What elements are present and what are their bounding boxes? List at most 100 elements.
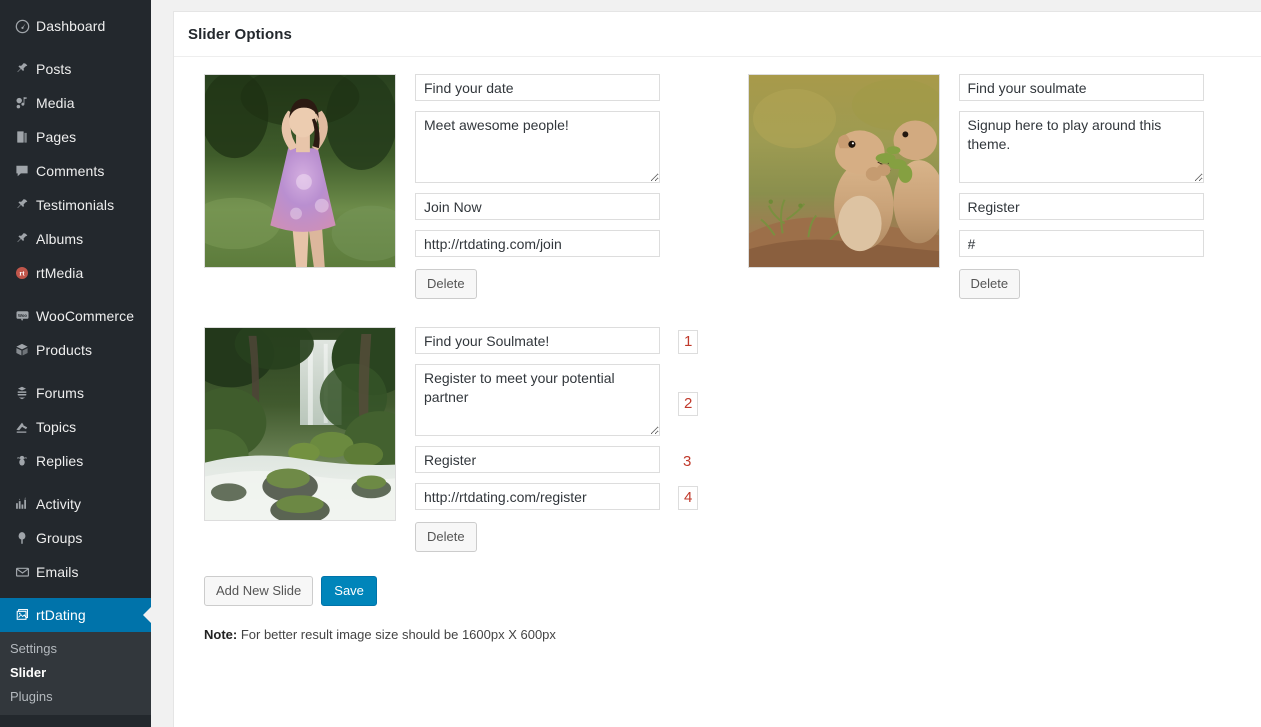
woocommerce-icon: Woo <box>8 308 36 324</box>
slide-image-prairie-dogs <box>748 75 939 267</box>
footer-actions: Add New Slide Save <box>204 576 1261 606</box>
note-label: Note: <box>204 627 238 642</box>
sidebar-submenu-rtdating: Settings Slider Plugins <box>0 632 151 715</box>
slide-title-input[interactable] <box>415 74 660 101</box>
sidebar-item-products[interactable]: Products <box>0 333 151 367</box>
svg-text:Woo: Woo <box>18 313 27 318</box>
rtdating-icon <box>8 607 36 623</box>
slide-button-label-row <box>415 193 660 230</box>
sidebar-item-label: Groups <box>36 530 83 546</box>
slide-title-input[interactable] <box>415 327 660 354</box>
note-body: For better result image size should be 1… <box>237 627 556 642</box>
slider-options-panel: Slider Options Find your date Meet aweso… <box>173 11 1261 727</box>
sidebar-subitem-slider[interactable]: Slider <box>0 661 151 685</box>
slide-button-label-input[interactable] <box>415 193 660 220</box>
delete-slide-button[interactable]: Delete <box>415 269 477 299</box>
slide-image-waterfall-forest <box>205 328 395 520</box>
sidebar-item-label: Posts <box>36 61 72 77</box>
sidebar-item-label: Emails <box>36 564 79 580</box>
sidebar-item-woocommerce[interactable]: Woo WooCommerce <box>0 299 151 333</box>
slide-button-label-row <box>958 193 1204 230</box>
sidebar-item-testimonials[interactable]: Testimonials <box>0 188 151 222</box>
sidebar-item-label: Media <box>36 95 75 111</box>
admin-sidebar: Dashboard Posts Media Pages Comments Tes… <box>0 0 151 727</box>
slide-thumbnail[interactable] <box>204 74 396 268</box>
add-new-slide-button[interactable]: Add New Slide <box>204 576 314 606</box>
sidebar-item-label: Products <box>36 342 93 358</box>
sidebar-subitem-plugins[interactable]: Plugins <box>0 685 151 709</box>
slide-button-url-row: 4 <box>415 483 699 520</box>
sidebar-item-label: rtDating <box>36 607 86 623</box>
slide-button-url-row <box>415 230 660 267</box>
email-icon <box>8 564 36 580</box>
slide-fields: 1 Register to meet your potential partne… <box>415 327 699 552</box>
sidebar-item-forums[interactable]: Forums <box>0 376 151 410</box>
topics-icon <box>8 419 36 435</box>
sidebar-item-emails[interactable]: Emails <box>0 555 151 589</box>
pin-icon <box>8 231 36 247</box>
sidebar-item-media[interactable]: Media <box>0 86 151 120</box>
sidebar-item-label: Dashboard <box>36 18 106 34</box>
slide-description-textarea[interactable]: Register to meet your potential partner <box>415 364 660 436</box>
sidebar-item-label: Replies <box>36 453 84 469</box>
main-content: Slider Options Find your date Meet aweso… <box>151 0 1261 727</box>
save-button[interactable]: Save <box>321 576 377 606</box>
slide-button-label-input[interactable] <box>415 446 660 473</box>
sidebar-item-pages[interactable]: Pages <box>0 120 151 154</box>
sidebar-item-activity[interactable]: Activity <box>0 487 151 521</box>
page-icon <box>8 129 36 145</box>
slide-title-input[interactable] <box>958 74 1204 101</box>
slide-button-url-row <box>958 230 1204 267</box>
slide-title-row: 1 <box>415 327 699 364</box>
slide-title-row <box>958 74 1204 111</box>
slide-button-url-input[interactable] <box>415 230 660 257</box>
annotation-marker-1: 1 <box>678 330 699 354</box>
sidebar-item-rtdating[interactable]: rtDating <box>0 598 151 632</box>
svg-text:rt: rt <box>19 271 25 278</box>
slide-button-url-input[interactable] <box>958 230 1204 257</box>
slider-footer: Add New Slide Save Note: For better resu… <box>174 552 1261 642</box>
sidebar-item-label: Albums <box>36 231 84 247</box>
slide-thumbnail[interactable] <box>204 327 396 521</box>
sidebar-item-groups[interactable]: Groups <box>0 521 151 555</box>
slide-item: 1 Register to meet your potential partne… <box>174 327 752 552</box>
slides-container: Meet awesome people! Delete <box>174 57 1261 552</box>
slide-description-row: Signup here to play around this theme. <box>958 111 1204 193</box>
slide-fields: Meet awesome people! Delete <box>415 74 660 299</box>
slide-description-textarea[interactable]: Meet awesome people! <box>415 111 660 183</box>
sidebar-item-posts[interactable]: Posts <box>0 52 151 86</box>
pin-icon <box>8 197 36 213</box>
sidebar-item-topics[interactable]: Topics <box>0 410 151 444</box>
sidebar-item-rtmedia[interactable]: rt rtMedia <box>0 256 151 290</box>
delete-slide-button[interactable]: Delete <box>415 522 477 552</box>
slide-thumbnail[interactable] <box>747 74 940 268</box>
sidebar-item-albums[interactable]: Albums <box>0 222 151 256</box>
sidebar-item-replies[interactable]: Replies <box>0 444 151 478</box>
slide-description-row: Meet awesome people! <box>415 111 660 193</box>
slide-description-textarea[interactable]: Signup here to play around this theme. <box>958 111 1204 183</box>
sidebar-item-dashboard[interactable]: Dashboard <box>0 9 151 43</box>
slide-button-label-input[interactable] <box>958 193 1204 220</box>
slide-row: Meet awesome people! Delete <box>174 74 1261 299</box>
sidebar-subitem-settings[interactable]: Settings <box>0 637 151 661</box>
sidebar-item-label: WooCommerce <box>36 308 135 324</box>
products-icon <box>8 342 36 358</box>
sidebar-item-label: rtMedia <box>36 265 84 281</box>
forums-icon <box>8 385 36 401</box>
sidebar-item-label: Forums <box>36 385 85 401</box>
activity-icon <box>8 496 36 512</box>
delete-slide-button[interactable]: Delete <box>958 269 1021 299</box>
page-title: Slider Options <box>174 12 1261 57</box>
slide-button-url-input[interactable] <box>415 483 660 510</box>
sidebar-item-comments[interactable]: Comments <box>0 154 151 188</box>
rtmedia-icon: rt <box>8 265 36 281</box>
slide-description-row: Register to meet your potential partner … <box>415 364 699 446</box>
slide-title-row <box>415 74 660 111</box>
sidebar-item-label: Topics <box>36 419 77 435</box>
comment-icon <box>8 163 36 179</box>
